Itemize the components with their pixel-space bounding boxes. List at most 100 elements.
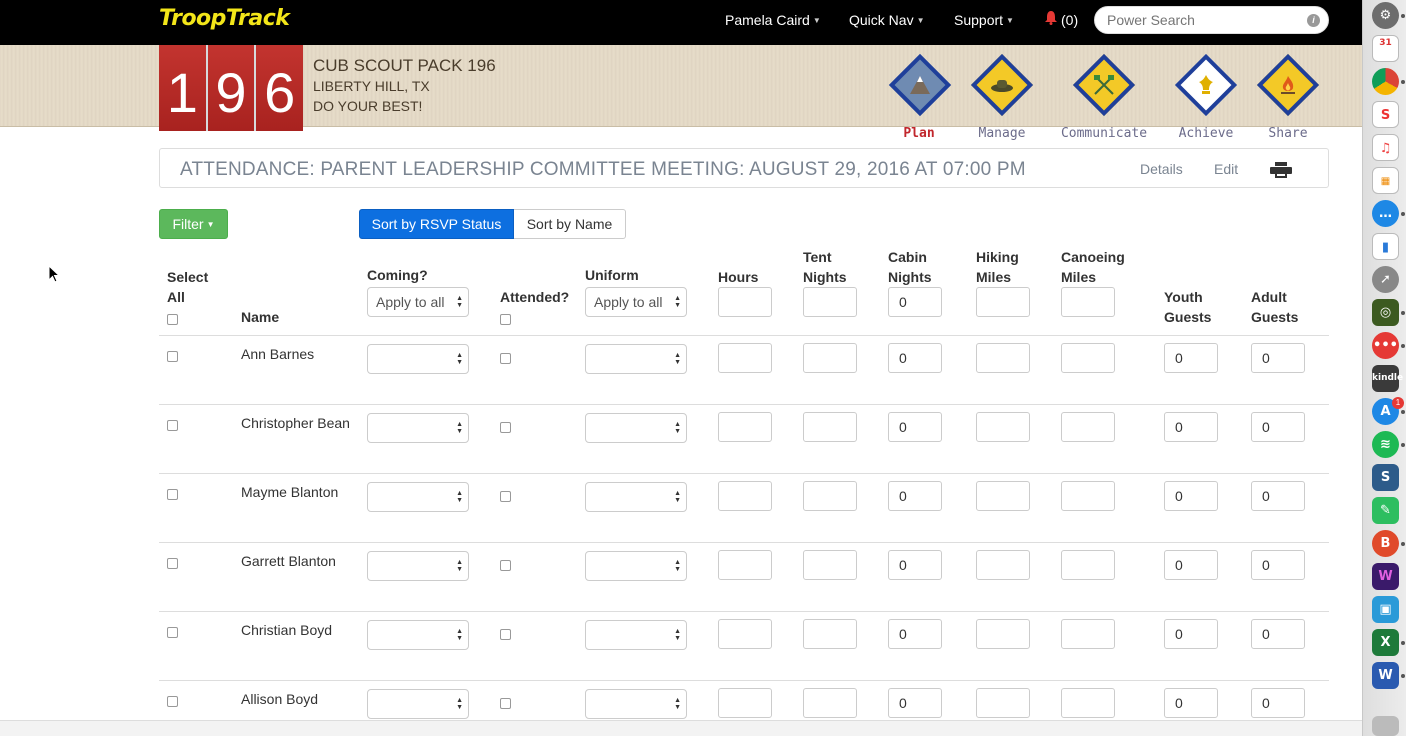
scrivener-icon[interactable]: S (1372, 464, 1399, 491)
hiking-miles-input[interactable] (976, 688, 1030, 718)
hours-input[interactable] (718, 688, 772, 718)
system-preferences-icon[interactable]: ⚙ (1372, 2, 1399, 29)
youth-guests-input[interactable]: 0 (1164, 343, 1218, 373)
coming-select[interactable]: ▲ ▼ (367, 620, 469, 650)
youth-guests-input[interactable]: 0 (1164, 619, 1218, 649)
coming-select[interactable]: ▲ ▼ (367, 482, 469, 512)
calendar-icon[interactable]: 31 (1372, 35, 1399, 62)
adult-guests-input[interactable]: 0 (1251, 343, 1305, 373)
support-menu[interactable]: Support ▼ (954, 12, 1014, 28)
name-header[interactable]: Name (241, 307, 279, 327)
row-select-checkbox[interactable] (167, 696, 178, 707)
uniform-select[interactable]: ▲ ▼ (585, 620, 687, 650)
achieve-icon[interactable] (1174, 53, 1238, 117)
hours-input[interactable] (718, 343, 772, 373)
adult-guests-input[interactable]: 0 (1251, 481, 1305, 511)
info-icon[interactable]: i (1307, 14, 1320, 27)
hours-input[interactable] (718, 412, 772, 442)
tent-nights-input[interactable] (803, 619, 857, 649)
hiking-miles-input[interactable] (976, 412, 1030, 442)
plan-icon[interactable] (888, 53, 952, 117)
tent-nights-apply-all-input[interactable] (803, 287, 857, 317)
tent-nights-input[interactable] (803, 688, 857, 718)
rocket-launcher-icon[interactable]: ➚ (1372, 266, 1399, 293)
uniform-select[interactable]: ▲ ▼ (585, 551, 687, 581)
row-select-checkbox[interactable] (167, 489, 178, 500)
hiking-miles-apply-all-input[interactable] (976, 287, 1030, 317)
cabin-nights-input[interactable]: 0 (888, 412, 942, 442)
launchpad-grid-icon[interactable]: ▦ (1372, 167, 1399, 194)
print-icon[interactable] (1270, 162, 1292, 178)
edit-link[interactable]: Edit (1214, 161, 1238, 177)
hours-apply-all-input[interactable] (718, 287, 772, 317)
row-select-checkbox[interactable] (167, 558, 178, 569)
details-link[interactable]: Details (1140, 161, 1183, 177)
youth-guests-input[interactable]: 0 (1164, 412, 1218, 442)
cabin-nights-input[interactable]: 0 (888, 343, 942, 373)
uniform-select[interactable]: ▲ ▼ (585, 344, 687, 374)
trash-icon[interactable] (1372, 716, 1399, 736)
uniform-select[interactable]: ▲ ▼ (585, 413, 687, 443)
manage-icon[interactable] (970, 53, 1034, 117)
chrome-icon[interactable] (1372, 68, 1399, 95)
messages-icon[interactable]: … (1372, 200, 1399, 227)
tent-nights-input[interactable] (803, 550, 857, 580)
hours-input[interactable] (718, 619, 772, 649)
cabin-nights-apply-all-input[interactable]: 0 (888, 287, 942, 317)
evernote-icon[interactable]: ✎ (1372, 497, 1399, 524)
numbers-chart-icon[interactable]: ▮ (1372, 233, 1399, 260)
camtasia-icon[interactable]: ◎ (1372, 299, 1399, 326)
canoeing-miles-input[interactable] (1061, 688, 1115, 718)
row-select-checkbox[interactable] (167, 420, 178, 431)
hiking-miles-input[interactable] (976, 619, 1030, 649)
uniform-select[interactable]: ▲ ▼ (585, 482, 687, 512)
sort-by-rsvp-button[interactable]: Sort by RSVP Status (359, 209, 514, 239)
canoeing-miles-input[interactable] (1061, 481, 1115, 511)
attended-all-checkbox[interactable] (500, 314, 511, 325)
coming-select[interactable]: ▲ ▼ (367, 413, 469, 443)
quick-nav-menu[interactable]: Quick Nav ▼ (849, 12, 925, 28)
hiking-miles-input[interactable] (976, 550, 1030, 580)
row-select-checkbox[interactable] (167, 351, 178, 362)
itunes-icon[interactable]: ♫ (1372, 134, 1399, 161)
tent-nights-input[interactable] (803, 412, 857, 442)
filter-button[interactable]: Filter ▼ (159, 209, 228, 239)
hours-input[interactable] (718, 481, 772, 511)
youth-guests-input[interactable]: 0 (1164, 481, 1218, 511)
brave-icon[interactable]: B (1372, 530, 1399, 557)
search-input[interactable] (1107, 12, 1297, 28)
youth-guests-input[interactable]: 0 (1164, 688, 1218, 718)
nav-label-communicate[interactable]: Communicate (1054, 126, 1154, 141)
communicate-icon[interactable] (1072, 53, 1136, 117)
coming-apply-all-select[interactable]: Apply to all ▲ ▼ (367, 287, 469, 317)
sort-by-name-button[interactable]: Sort by Name (514, 209, 626, 239)
spotify-icon[interactable]: ≋ (1372, 431, 1399, 458)
coming-select[interactable]: ▲ ▼ (367, 344, 469, 374)
share-icon[interactable] (1256, 53, 1320, 117)
canoeing-miles-input[interactable] (1061, 619, 1115, 649)
cabin-nights-input[interactable]: 0 (888, 619, 942, 649)
coming-select[interactable]: ▲ ▼ (367, 551, 469, 581)
hours-input[interactable] (718, 550, 772, 580)
canoeing-miles-input[interactable] (1061, 412, 1115, 442)
hiking-miles-input[interactable] (976, 343, 1030, 373)
attended-checkbox[interactable] (500, 560, 511, 571)
wavebox-icon[interactable]: W (1372, 563, 1399, 590)
youth-guests-input[interactable]: 0 (1164, 550, 1218, 580)
row-select-checkbox[interactable] (167, 627, 178, 638)
power-search[interactable]: i (1094, 6, 1329, 34)
brand-logo[interactable]: TroopTrack (159, 6, 290, 31)
attended-checkbox[interactable] (500, 491, 511, 502)
sheets-app-icon[interactable]: S (1372, 101, 1399, 128)
adult-guests-input[interactable]: 0 (1251, 550, 1305, 580)
excel-icon[interactable]: X (1372, 629, 1399, 656)
notification-count[interactable]: (0) (1061, 12, 1078, 28)
hiking-miles-input[interactable] (976, 481, 1030, 511)
cabin-nights-input[interactable]: 0 (888, 550, 942, 580)
select-all-checkbox[interactable] (167, 314, 178, 325)
nav-label-share[interactable]: Share (1238, 126, 1338, 141)
tent-nights-input[interactable] (803, 481, 857, 511)
canoeing-miles-apply-all-input[interactable] (1061, 287, 1115, 317)
user-menu[interactable]: Pamela Caird ▼ (725, 12, 821, 28)
attended-checkbox[interactable] (500, 629, 511, 640)
